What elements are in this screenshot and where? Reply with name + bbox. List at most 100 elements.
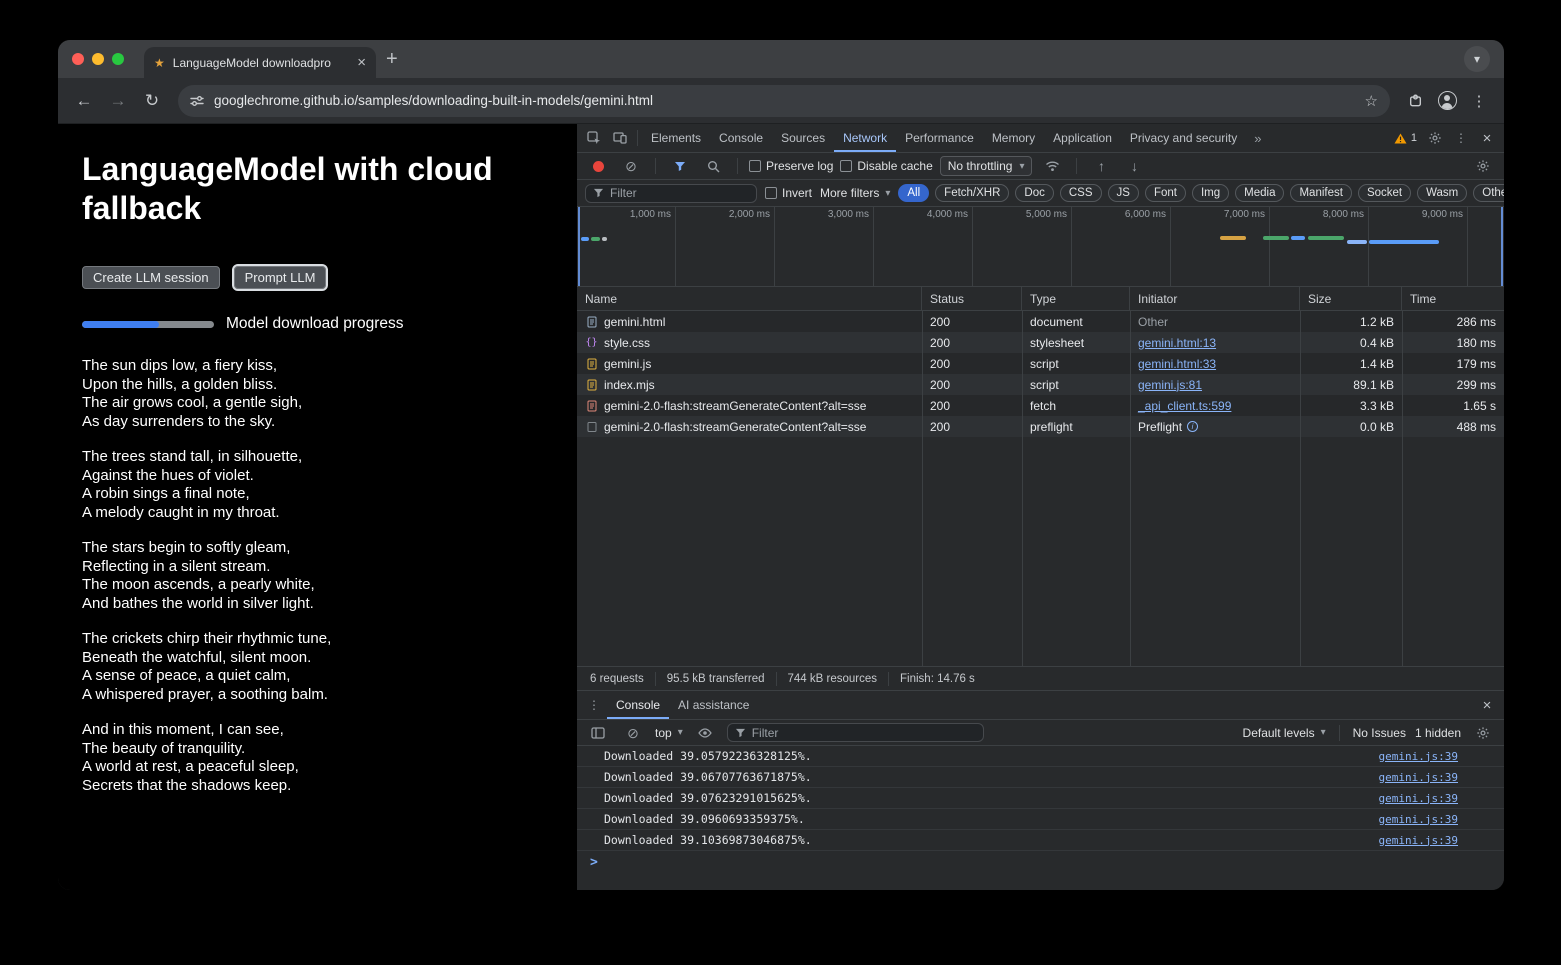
url-text[interactable]: googlechrome.github.io/samples/downloadi… — [214, 93, 1355, 108]
network-overview-timeline[interactable]: 1,000 ms 2,000 ms 3,000 ms 4,000 ms 5,00… — [577, 207, 1504, 287]
more-panels-icon[interactable]: » — [1246, 131, 1269, 146]
browser-tab[interactable]: ★ LanguageModel downloadpro × — [144, 47, 376, 78]
address-bar[interactable]: googlechrome.github.io/samples/downloadi… — [178, 85, 1390, 117]
hidden-messages-count[interactable]: 1 hidden — [1415, 726, 1461, 740]
table-row[interactable]: {} style.css 200 stylesheet gemini.html:… — [577, 332, 1504, 353]
overview-brush-edge[interactable] — [578, 207, 580, 286]
javascript-context-select[interactable]: top ▾ — [655, 726, 683, 740]
reload-icon[interactable]: ↻ — [136, 85, 168, 117]
column-divider[interactable] — [1022, 311, 1023, 666]
maximize-window-button[interactable] — [112, 53, 124, 65]
preflight-info-icon[interactable]: i — [1187, 421, 1198, 432]
column-header-size[interactable]: Size — [1300, 287, 1402, 310]
disable-cache-checkbox[interactable]: Disable cache — [840, 159, 932, 173]
table-row[interactable]: index.mjs 200 script gemini.js:81 89.1 k… — [577, 374, 1504, 395]
table-row[interactable]: gemini.html 200 document Other 1.2 kB 28… — [577, 311, 1504, 332]
chip-wasm[interactable]: Wasm — [1417, 184, 1467, 202]
column-header-initiator[interactable]: Initiator — [1130, 287, 1300, 310]
column-divider[interactable] — [1300, 311, 1301, 666]
chip-fetch-xhr[interactable]: Fetch/XHR — [935, 184, 1009, 202]
clear-console-icon[interactable]: ⊘ — [620, 721, 646, 745]
tab-console[interactable]: Console — [710, 124, 772, 152]
column-header-type[interactable]: Type — [1022, 287, 1130, 310]
drawer-tab-ai-assistance[interactable]: AI assistance — [669, 691, 758, 719]
filter-toggle-icon[interactable] — [667, 154, 693, 178]
clear-network-log-icon[interactable]: ⊘ — [618, 154, 644, 178]
console-settings-gear-icon[interactable] — [1470, 721, 1496, 745]
browser-menu-kebab-icon[interactable]: ⋮ — [1464, 86, 1494, 116]
warnings-badge[interactable]: 1 — [1389, 132, 1422, 144]
console-source-link[interactable]: gemini.js:39 — [1379, 813, 1458, 826]
chip-img[interactable]: Img — [1192, 184, 1229, 202]
console-sidebar-icon[interactable] — [585, 721, 611, 745]
chip-media[interactable]: Media — [1235, 184, 1284, 202]
more-filters-dropdown[interactable]: More filters ▾ — [820, 186, 890, 200]
issues-status[interactable]: No Issues — [1353, 726, 1406, 740]
network-settings-gear-icon[interactable] — [1470, 154, 1496, 178]
column-divider[interactable] — [1402, 311, 1403, 666]
tab-memory[interactable]: Memory — [983, 124, 1044, 152]
tab-elements[interactable]: Elements — [642, 124, 710, 152]
drawer-menu-kebab-icon[interactable]: ⋮ — [581, 693, 607, 717]
table-row[interactable]: gemini-2.0-flash:streamGenerateContent?a… — [577, 416, 1504, 437]
bookmark-star-icon[interactable]: ☆ — [1365, 92, 1378, 110]
table-row[interactable]: gemini.js 200 script gemini.html:33 1.4 … — [577, 353, 1504, 374]
devtools-close-icon[interactable]: × — [1474, 126, 1500, 150]
chip-all[interactable]: All — [898, 184, 929, 202]
live-expression-eye-icon[interactable] — [692, 721, 718, 745]
tab-sources[interactable]: Sources — [772, 124, 834, 152]
tab-application[interactable]: Application — [1044, 124, 1121, 152]
tab-privacy-security[interactable]: Privacy and security — [1121, 124, 1246, 152]
column-header-time[interactable]: Time — [1402, 287, 1504, 310]
tab-search-button[interactable]: ▾ — [1464, 46, 1490, 72]
profile-avatar-icon[interactable] — [1432, 86, 1462, 116]
invert-checkbox[interactable]: Invert — [765, 186, 812, 200]
request-initiator-link[interactable]: gemini.js:81 — [1138, 378, 1202, 392]
chip-css[interactable]: CSS — [1060, 184, 1102, 202]
log-levels-select[interactable]: Default levels ▾ — [1243, 726, 1326, 740]
chip-font[interactable]: Font — [1145, 184, 1186, 202]
back-icon[interactable]: ← — [68, 85, 100, 117]
create-llm-session-button[interactable]: Create LLM session — [82, 266, 220, 289]
minimize-window-button[interactable] — [92, 53, 104, 65]
request-initiator-link[interactable]: _api_client.ts:599 — [1138, 399, 1231, 413]
drawer-tab-console[interactable]: Console — [607, 691, 669, 719]
console-filter-input[interactable] — [752, 726, 976, 740]
console-prompt[interactable]: > — [577, 851, 1504, 873]
chip-socket[interactable]: Socket — [1358, 184, 1411, 202]
column-header-name[interactable]: Name — [577, 287, 922, 310]
devtools-menu-kebab-icon[interactable]: ⋮ — [1448, 126, 1474, 150]
console-source-link[interactable]: gemini.js:39 — [1379, 750, 1458, 763]
tab-network[interactable]: Network — [834, 124, 896, 152]
record-network-log-icon[interactable] — [585, 154, 611, 178]
inspect-element-icon[interactable] — [581, 126, 607, 150]
column-header-status[interactable]: Status — [922, 287, 1022, 310]
column-divider[interactable] — [922, 311, 923, 666]
search-icon[interactable] — [700, 154, 726, 178]
export-har-icon[interactable]: ↓ — [1121, 154, 1147, 178]
console-source-link[interactable]: gemini.js:39 — [1379, 792, 1458, 805]
prompt-llm-button[interactable]: Prompt LLM — [234, 266, 327, 289]
forward-icon[interactable]: → — [102, 85, 134, 117]
tab-close-icon[interactable]: × — [357, 55, 366, 70]
overview-brush-edge[interactable] — [1501, 207, 1503, 286]
chip-manifest[interactable]: Manifest — [1290, 184, 1351, 202]
extensions-icon[interactable] — [1400, 86, 1430, 116]
preserve-log-checkbox[interactable]: Preserve log — [749, 159, 833, 173]
close-window-button[interactable] — [72, 53, 84, 65]
site-info-icon[interactable] — [190, 95, 204, 107]
chip-doc[interactable]: Doc — [1015, 184, 1053, 202]
chip-other[interactable]: Other — [1473, 184, 1504, 202]
column-divider[interactable] — [1130, 311, 1131, 666]
table-row[interactable]: gemini-2.0-flash:streamGenerateContent?a… — [577, 395, 1504, 416]
throttling-select[interactable]: No throttling ▾ — [940, 156, 1033, 176]
new-tab-button[interactable]: + — [386, 49, 398, 69]
console-source-link[interactable]: gemini.js:39 — [1379, 771, 1458, 784]
tab-performance[interactable]: Performance — [896, 124, 983, 152]
devtools-settings-gear-icon[interactable] — [1422, 126, 1448, 150]
request-initiator-link[interactable]: gemini.html:13 — [1138, 336, 1216, 350]
console-source-link[interactable]: gemini.js:39 — [1379, 834, 1458, 847]
request-initiator-link[interactable]: gemini.html:33 — [1138, 357, 1216, 371]
import-har-icon[interactable]: ↑ — [1088, 154, 1114, 178]
chip-js[interactable]: JS — [1108, 184, 1139, 202]
